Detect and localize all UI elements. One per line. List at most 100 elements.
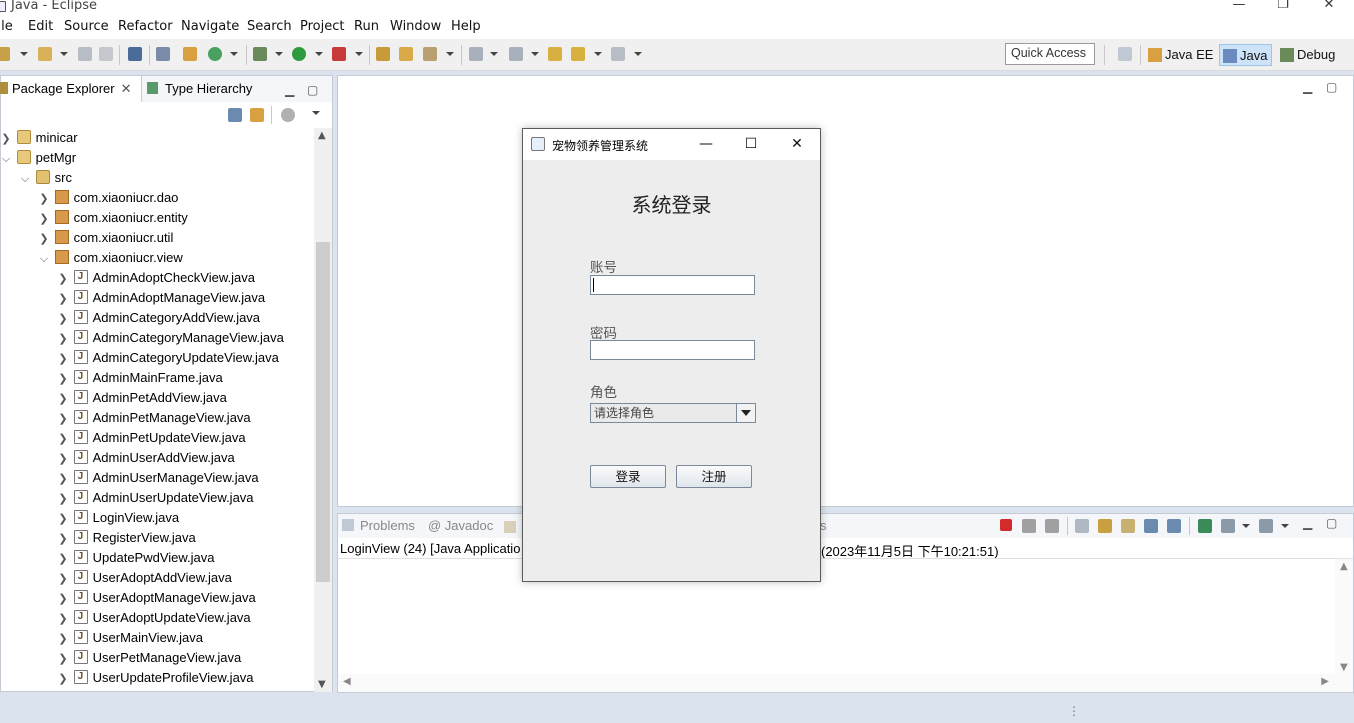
chevron-down-icon[interactable]: ⌵ [1,149,13,169]
scroll-lock-icon[interactable] [1098,519,1112,533]
menu-window[interactable]: Window [390,19,441,34]
chevron-right-icon[interactable]: ❯ [56,669,70,689]
tab-problems[interactable]: Problems [342,518,415,533]
menu-source[interactable]: Source [64,19,109,34]
dialog-maximize-button[interactable]: ☐ [736,134,766,154]
run-icon[interactable] [292,47,306,61]
close-button[interactable]: ✕ [1306,0,1352,13]
tree-item-package-dao[interactable]: ❯ com.xiaoniucr.dao [37,188,178,208]
last-edit-icon[interactable] [548,47,562,61]
chevron-down-icon[interactable] [736,404,755,422]
console-icon[interactable] [128,47,142,61]
scroll-left-icon[interactable]: ◀ [343,676,351,687]
remove-all-launches-icon[interactable] [1045,519,1059,533]
link-with-editor-icon[interactable] [250,108,264,122]
chevron-right-icon[interactable]: ❯ [56,289,70,309]
chevron-right-icon[interactable]: ❯ [56,409,70,429]
view-menu-icon[interactable] [312,111,320,115]
chevron-right-icon[interactable]: ❯ [56,509,70,529]
save-icon[interactable] [78,47,92,61]
minimize-editor-icon[interactable]: ▁ [1303,80,1312,94]
tree-item-java-file[interactable]: ❯ AdminPetUpdateView.java [56,427,245,449]
menu-help[interactable]: Help [451,19,481,34]
tree-item-java-file[interactable]: ❯ AdminUserManageView.java [56,467,258,488]
maximize-button[interactable]: ❐ [1260,0,1306,13]
account-input[interactable] [590,275,755,295]
menu-run[interactable]: Run [354,19,379,34]
tree-item-java-file[interactable]: ❯ UserAdoptManageView.java [56,587,255,608]
tree-item-java-file[interactable]: ❯ AdminAdoptCheckView.java [56,267,255,289]
minimize-button[interactable]: — [1216,0,1262,13]
prev-annotation-icon[interactable] [509,47,523,61]
tree-item-java-file[interactable]: ❯ UserAdoptAddView.java [56,567,231,589]
debug-icon[interactable] [253,47,267,61]
tree-item-java-file[interactable]: ❯ AdminCategoryManageView.java [56,327,284,348]
pin-console-icon[interactable] [1198,519,1212,533]
register-button[interactable]: 注册 [676,465,752,488]
chevron-right-icon[interactable]: ❯ [56,489,70,509]
new-icon[interactable] [0,47,10,61]
tree-item-src[interactable]: ⌵ src [18,168,72,188]
minimize-console-icon[interactable]: ▁ [1303,516,1312,530]
tree-item-java-file[interactable]: ❯ LoginView.java [56,507,179,529]
chevron-right-icon[interactable]: ❯ [56,269,70,289]
dialog-minimize-button[interactable]: — [691,134,721,154]
tree-item-package-view[interactable]: ⌵ com.xiaoniucr.view [37,248,183,268]
tree-item-java-file[interactable]: ❯ AdminCategoryUpdateView.java [56,347,278,368]
show-on-error-icon[interactable] [1167,519,1181,533]
forward-dropdown-icon[interactable] [634,52,642,56]
maximize-editor-icon[interactable]: ▢ [1326,80,1337,94]
tree-item-java-file[interactable]: ❯ AdminPetManageView.java [56,407,250,429]
tree-scrollbar[interactable]: ▲ ▼ [314,128,332,692]
new-project-dropdown-icon[interactable] [60,52,68,56]
tab-type-hierarchy[interactable]: Type Hierarchy [147,76,252,102]
menu-project[interactable]: Project [300,19,344,34]
menu-file[interactable]: File [0,19,13,34]
open-console-icon[interactable] [1259,519,1273,533]
chevron-right-icon[interactable]: ❯ [1,129,13,149]
tree-item-java-file[interactable]: ❯ UserUpdateProfileView.java [56,667,253,689]
new-project-icon[interactable] [38,47,52,61]
minimize-view-icon[interactable]: ▁ [285,83,294,97]
display-console-dropdown-icon[interactable] [1242,524,1250,528]
login-button[interactable]: 登录 [590,465,666,488]
quick-access-input[interactable]: Quick Access [1005,43,1095,65]
next-annotation-dropdown-icon[interactable] [490,52,498,56]
scroll-down-icon[interactable]: ▼ [318,679,326,690]
tree-item-java-file[interactable]: ❯ AdminAdoptManageView.java [56,287,265,309]
search-tool-dropdown-icon[interactable] [446,52,454,56]
collapse-all-icon[interactable] [228,108,242,122]
scroll-up-icon[interactable]: ▲ [1340,561,1348,572]
open-folder-icon[interactable] [399,47,413,61]
scroll-up-icon[interactable]: ▲ [318,130,326,141]
tree-item-java-file[interactable]: ❯ AdminCategoryAddView.java [56,307,260,329]
chevron-down-icon[interactable]: ⌵ [37,249,51,269]
chevron-right-icon[interactable]: ❯ [56,429,70,449]
chevron-right-icon[interactable]: ❯ [56,629,70,649]
show-on-output-icon[interactable] [1144,519,1158,533]
menu-search[interactable]: Search [247,19,292,34]
chevron-right-icon[interactable]: ❯ [56,529,70,549]
console-horizontal-scrollbar[interactable]: ◀ ▶ [338,674,1353,692]
debug-dropdown-icon[interactable] [275,52,283,56]
new-dropdown-icon[interactable] [20,52,28,56]
chevron-right-icon[interactable]: ❯ [37,209,51,229]
tab-package-explorer[interactable]: Package Explorer ✕ [0,76,142,102]
chevron-right-icon[interactable]: ❯ [56,309,70,329]
display-console-icon[interactable] [1221,519,1235,533]
open-perspective-icon[interactable] [1118,47,1132,61]
chevron-right-icon[interactable]: ❯ [56,549,70,569]
remove-launch-icon[interactable] [1022,519,1036,533]
tree-item-java-file[interactable]: ❯ AdminUserUpdateView.java [56,487,253,509]
refresh-icon[interactable] [208,47,222,61]
save-all-icon[interactable] [99,47,113,61]
build-icon[interactable] [183,47,197,61]
tree-item-java-file[interactable]: ❯ UpdatePwdView.java [56,547,214,569]
perspective-java[interactable]: Java [1219,44,1273,66]
chevron-right-icon[interactable]: ❯ [56,569,70,589]
chevron-right-icon[interactable]: ❯ [56,389,70,409]
skip-breakpoints-icon[interactable] [156,47,170,61]
role-select[interactable]: 请选择角色 [590,403,756,423]
menu-navigate[interactable]: Navigate [181,19,239,34]
menu-edit[interactable]: Edit [28,19,53,34]
